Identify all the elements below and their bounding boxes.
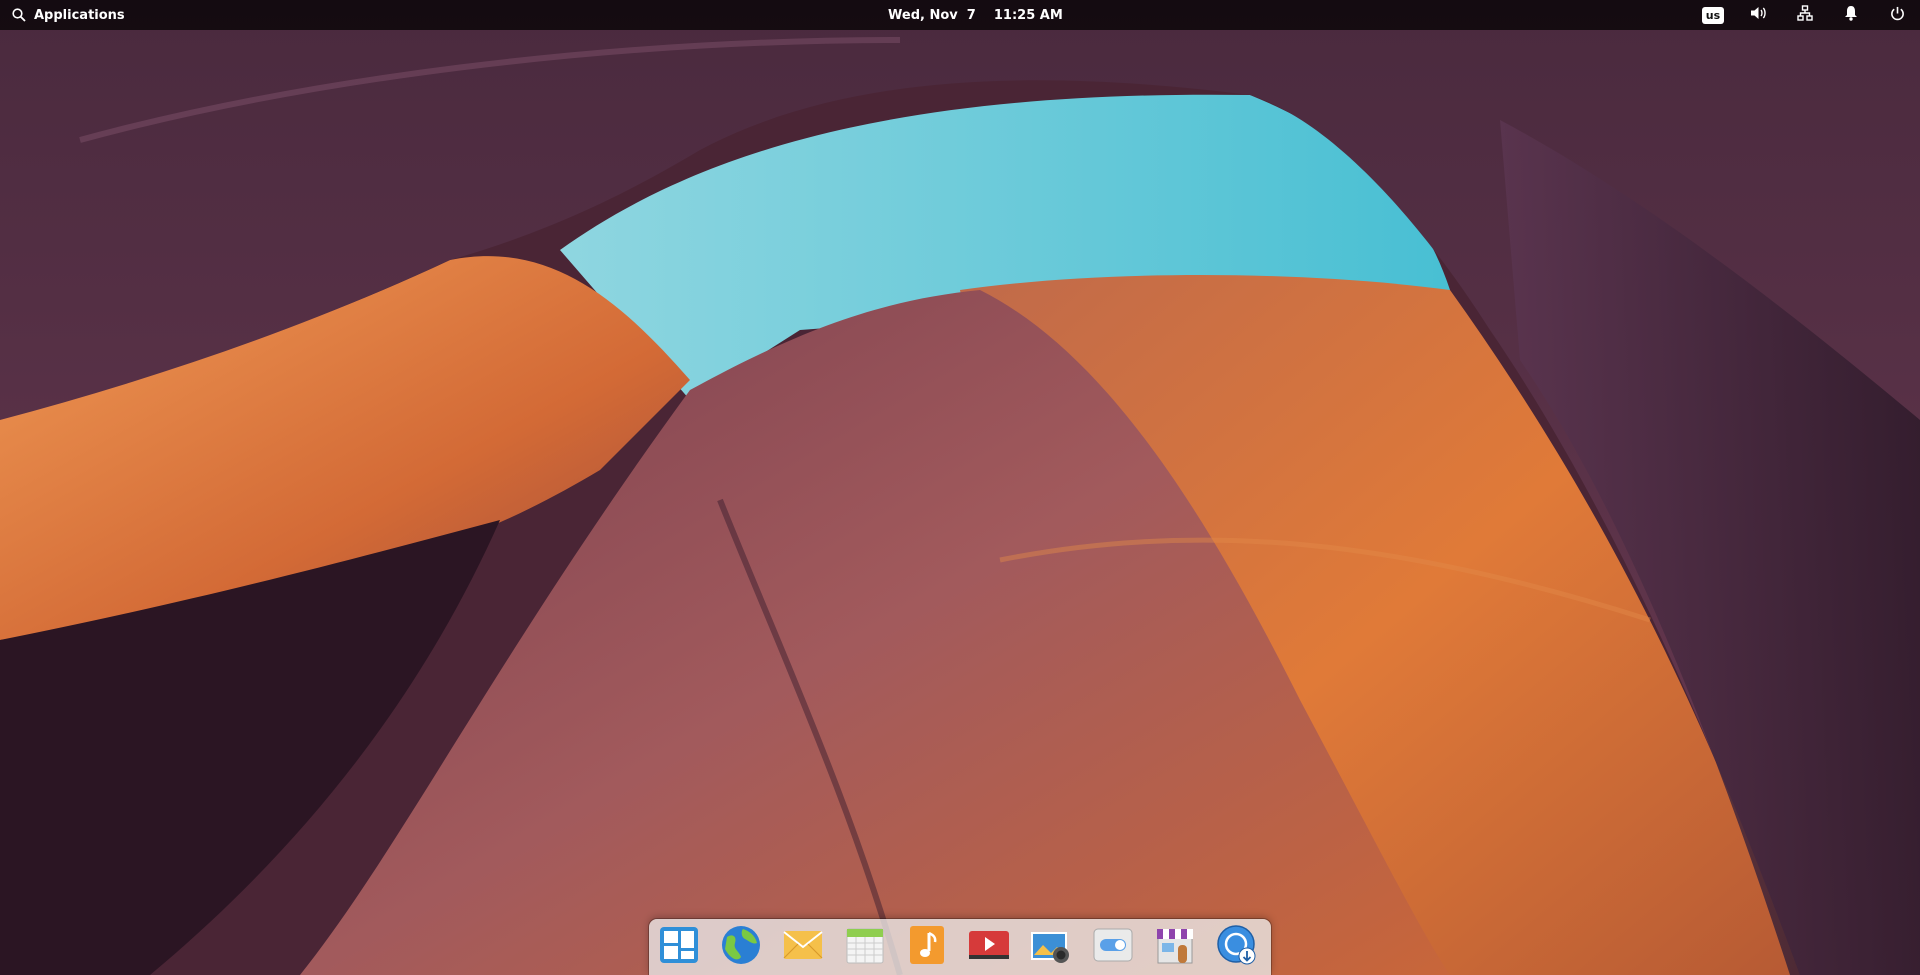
photos-icon: [1029, 923, 1073, 967]
volume-icon: [1750, 5, 1768, 25]
installer-icon: [1215, 923, 1259, 967]
date-time-indicator[interactable]: Wed, Nov 7 11:25 AM: [888, 6, 1063, 24]
settings-toggle-icon: [1091, 923, 1135, 967]
applications-label: Applications: [34, 7, 125, 23]
keyboard-layout-badge: us: [1702, 6, 1724, 24]
globe-icon: [719, 923, 763, 967]
date-text: Wed, Nov 7: [888, 7, 976, 23]
applications-menu-button[interactable]: Applications: [12, 6, 125, 24]
dock-installer[interactable]: [1215, 923, 1259, 967]
keyboard-layout-indicator[interactable]: us: [1690, 0, 1736, 30]
music-icon: [905, 923, 949, 967]
volume-indicator[interactable]: [1736, 0, 1782, 30]
power-indicator[interactable]: [1874, 0, 1920, 30]
dock-videos[interactable]: [967, 923, 1011, 967]
search-icon: [12, 8, 26, 22]
dock-system-settings[interactable]: [1091, 923, 1135, 967]
mail-icon: [781, 923, 825, 967]
notifications-indicator[interactable]: [1828, 0, 1874, 30]
dock-multitasking-view[interactable]: [657, 923, 701, 967]
dock-calendar[interactable]: [843, 923, 887, 967]
dock-web-browser[interactable]: [719, 923, 763, 967]
store-icon: [1153, 923, 1197, 967]
time-text: 11:25 AM: [993, 7, 1063, 23]
network-indicator[interactable]: [1782, 0, 1828, 30]
dock: [649, 919, 1271, 975]
top-panel: Applications Wed, Nov 7 11:25 AM us: [0, 0, 1920, 30]
network-icon: [1797, 5, 1813, 25]
desktop-wallpaper: [0, 0, 1920, 975]
indicator-area: us: [1690, 0, 1920, 30]
dock-app-center[interactable]: [1153, 923, 1197, 967]
calendar-icon: [843, 923, 887, 967]
dock-mail[interactable]: [781, 923, 825, 967]
power-icon: [1890, 6, 1905, 25]
dock-photos[interactable]: [1029, 923, 1073, 967]
multitasking-icon: [657, 923, 701, 967]
bell-icon: [1844, 5, 1858, 25]
dock-music[interactable]: [905, 923, 949, 967]
video-icon: [967, 923, 1011, 967]
